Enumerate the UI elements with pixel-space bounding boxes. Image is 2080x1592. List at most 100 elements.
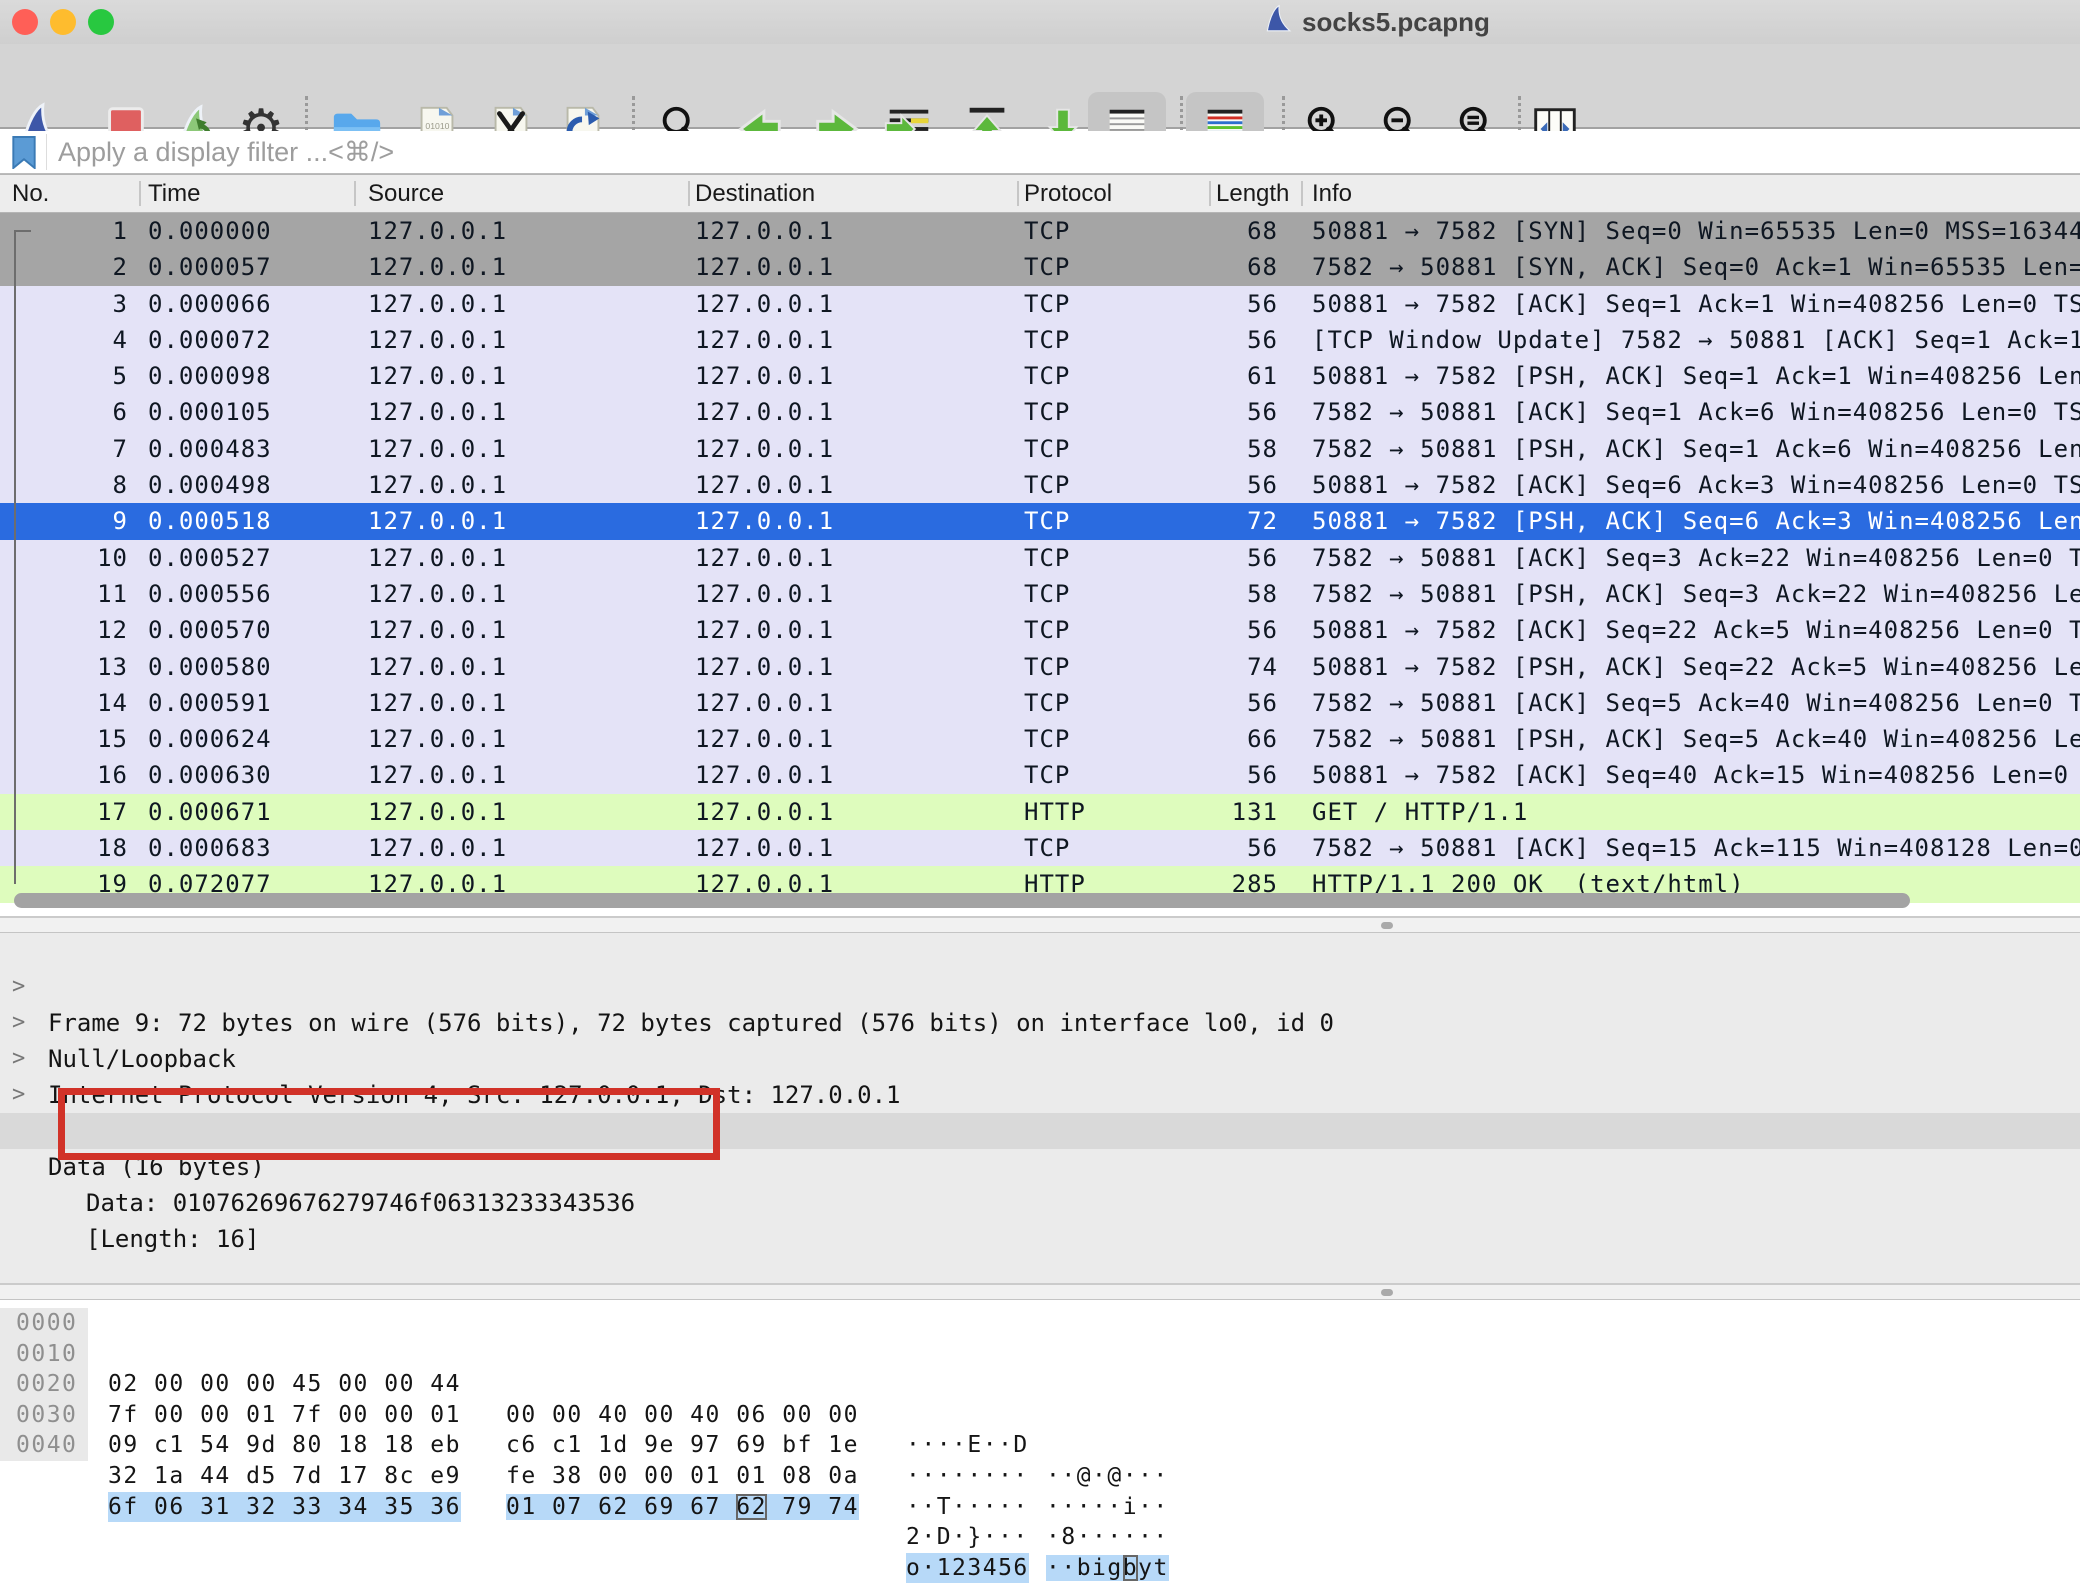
column-divider[interactable]	[1209, 181, 1211, 206]
column-header-no[interactable]: No.	[12, 175, 49, 212]
packet-info: 7582 → 50881 [PSH, ACK] Seq=3 Ack=22 Win…	[1312, 576, 2080, 612]
packet-source: 127.0.0.1	[368, 721, 507, 757]
packet-destination: 127.0.0.1	[695, 286, 834, 322]
hex-row[interactable]: 0040 6f 06 31 32 33 34 35 36 o·123456	[0, 1430, 2080, 1461]
packet-row[interactable]: 16 0.000630 127.0.0.1 127.0.0.1 TCP 56 5…	[0, 757, 2080, 793]
packet-no: 5	[0, 358, 128, 394]
detail-text: [Length: 16]	[86, 1221, 259, 1257]
packet-row[interactable]: 4 0.000072 127.0.0.1 127.0.0.1 TCP 56 [T…	[0, 322, 2080, 358]
hex-dump-pane: 0000 02 00 00 00 45 00 00 44 00 00 40 00…	[0, 1300, 2080, 1592]
packet-length: 74	[1148, 649, 1278, 685]
column-divider[interactable]	[688, 181, 690, 206]
packet-info: 7582 → 50881 [PSH, ACK] Seq=5 Ack=40 Win…	[1312, 721, 2080, 757]
packet-length: 56	[1148, 394, 1278, 430]
packet-info: 7582 → 50881 [ACK] Seq=1 Ack=6 Win=40825…	[1312, 394, 2080, 430]
pane-splitter-bottom[interactable]	[0, 1283, 2080, 1300]
ascii-group1[interactable]: 2·D·}···	[906, 1522, 1029, 1553]
detail-line[interactable]: > Internet Protocol Version 4, Src: 127.…	[0, 1005, 2080, 1041]
packet-time: 0.000591	[148, 685, 272, 721]
packet-time: 0.000556	[148, 576, 272, 612]
packet-destination: 127.0.0.1	[695, 322, 834, 358]
column-divider[interactable]	[1017, 181, 1019, 206]
packet-protocol: TCP	[1024, 540, 1070, 576]
hex-row[interactable]: 0030 32 1a 44 d5 7d 17 8c e9 01 07 62 69…	[0, 1400, 2080, 1431]
packet-source: 127.0.0.1	[368, 286, 507, 322]
pane-splitter-top[interactable]	[0, 916, 2080, 933]
conversation-tick	[14, 230, 31, 232]
packet-row[interactable]: 6 0.000105 127.0.0.1 127.0.0.1 TCP 56 75…	[0, 394, 2080, 430]
packet-row[interactable]: 14 0.000591 127.0.0.1 127.0.0.1 TCP 56 7…	[0, 685, 2080, 721]
column-header-destination[interactable]: Destination	[695, 175, 815, 212]
packet-row[interactable]: 12 0.000570 127.0.0.1 127.0.0.1 TCP 56 5…	[0, 612, 2080, 648]
packet-row[interactable]: 2 0.000057 127.0.0.1 127.0.0.1 TCP 68 75…	[0, 249, 2080, 285]
packet-row[interactable]: 7 0.000483 127.0.0.1 127.0.0.1 TCP 58 75…	[0, 431, 2080, 467]
horizontal-scrollbar-thumb[interactable]	[14, 893, 1910, 908]
packet-destination: 127.0.0.1	[695, 249, 834, 285]
hex-offset: 0010	[0, 1339, 88, 1370]
hex-bytes-group2[interactable]: fe 38 00 00 01 01 08 0a	[506, 1461, 859, 1492]
packet-row[interactable]: 15 0.000624 127.0.0.1 127.0.0.1 TCP 66 7…	[0, 721, 2080, 757]
packet-source: 127.0.0.1	[368, 649, 507, 685]
column-header-info[interactable]: Info	[1312, 175, 1352, 212]
packet-length: 72	[1148, 503, 1278, 539]
ascii-group1[interactable]: o·123456	[906, 1553, 1029, 1584]
packet-row[interactable]: 17 0.000671 127.0.0.1 127.0.0.1 HTTP 131…	[0, 794, 2080, 830]
column-divider[interactable]	[354, 181, 356, 206]
packet-time: 0.000671	[148, 794, 272, 830]
hex-bytes-group2[interactable]: 01 07 62 69 67 62 79 74	[506, 1492, 859, 1523]
packet-time: 0.000483	[148, 431, 272, 467]
column-header-protocol[interactable]: Protocol	[1024, 175, 1112, 212]
hex-row[interactable]: 0000 02 00 00 00 45 00 00 44 00 00 40 00…	[0, 1308, 2080, 1339]
ascii-group2[interactable]: ·····i··	[1046, 1492, 1169, 1523]
detail-line[interactable]: > Null/Loopback	[0, 969, 2080, 1005]
column-header-source[interactable]: Source	[368, 175, 444, 212]
packet-time: 0.000527	[148, 540, 272, 576]
packet-row[interactable]: 3 0.000066 127.0.0.1 127.0.0.1 TCP 56 50…	[0, 286, 2080, 322]
packet-source: 127.0.0.1	[368, 612, 507, 648]
maximize-window-button[interactable]	[88, 9, 114, 35]
packet-row[interactable]: 8 0.000498 127.0.0.1 127.0.0.1 TCP 56 50…	[0, 467, 2080, 503]
column-header-length[interactable]: Length	[1216, 175, 1298, 212]
ascii-group2[interactable]: ··@·@···	[1046, 1461, 1169, 1492]
close-window-button[interactable]	[12, 9, 38, 35]
packet-no: 9	[0, 503, 128, 539]
ascii-group1[interactable]: ··T·····	[906, 1492, 1029, 1523]
svg-text:01010: 01010	[425, 121, 449, 131]
ascii-group2[interactable]: ·8······	[1046, 1522, 1169, 1553]
packet-length: 56	[1148, 322, 1278, 358]
packet-protocol: TCP	[1024, 467, 1070, 503]
packet-no: 11	[0, 576, 128, 612]
packet-row[interactable]: 10 0.000527 127.0.0.1 127.0.0.1 TCP 56 7…	[0, 540, 2080, 576]
display-filter-input[interactable]	[56, 131, 2040, 173]
column-divider[interactable]	[1301, 181, 1303, 206]
packet-time: 0.000580	[148, 649, 272, 685]
packet-row[interactable]: 1 0.000000 127.0.0.1 127.0.0.1 TCP 68 50…	[0, 213, 2080, 249]
packet-row[interactable]: 18 0.000683 127.0.0.1 127.0.0.1 TCP 56 7…	[0, 830, 2080, 866]
packet-destination: 127.0.0.1	[695, 467, 834, 503]
packet-destination: 127.0.0.1	[695, 685, 834, 721]
column-divider[interactable]	[139, 181, 141, 206]
hex-row[interactable]: 0020 09 c1 54 9d 80 18 18 eb fe 38 00 00…	[0, 1369, 2080, 1400]
filter-bookmark-icon[interactable]	[10, 136, 38, 169]
filter-separator	[46, 134, 47, 170]
packet-row[interactable]: 5 0.000098 127.0.0.1 127.0.0.1 TCP 61 50…	[0, 358, 2080, 394]
packet-time: 0.000518	[148, 503, 272, 539]
detail-line[interactable]: > Transmission Control Protocol, Src Por…	[0, 1041, 2080, 1077]
ascii-group1[interactable]: ········	[906, 1461, 1029, 1492]
column-header-time[interactable]: Time	[148, 175, 200, 212]
hex-bytes-group1[interactable]: 6f 06 31 32 33 34 35 36	[108, 1492, 461, 1523]
packet-no: 4	[0, 322, 128, 358]
hex-row[interactable]: 0010 7f 00 00 01 7f 00 00 01 c6 c1 1d 9e…	[0, 1339, 2080, 1370]
detail-line[interactable]: > Frame 9: 72 bytes on wire (576 bits), …	[0, 933, 2080, 969]
packet-source: 127.0.0.1	[368, 576, 507, 612]
packet-row[interactable]: 11 0.000556 127.0.0.1 127.0.0.1 TCP 58 7…	[0, 576, 2080, 612]
packet-row[interactable]: 9 0.000518 127.0.0.1 127.0.0.1 TCP 72 50…	[0, 503, 2080, 539]
hex-bytes-group1[interactable]: 32 1a 44 d5 7d 17 8c e9	[108, 1461, 461, 1492]
ascii-group2[interactable]: ··bigbyt	[1046, 1553, 1169, 1584]
packet-protocol: TCP	[1024, 503, 1070, 539]
packet-length: 68	[1148, 213, 1278, 249]
packet-destination: 127.0.0.1	[695, 431, 834, 467]
minimize-window-button[interactable]	[50, 9, 76, 35]
packet-info: 50881 → 7582 [PSH, ACK] Seq=22 Ack=5 Win…	[1312, 649, 2080, 685]
packet-row[interactable]: 13 0.000580 127.0.0.1 127.0.0.1 TCP 74 5…	[0, 649, 2080, 685]
